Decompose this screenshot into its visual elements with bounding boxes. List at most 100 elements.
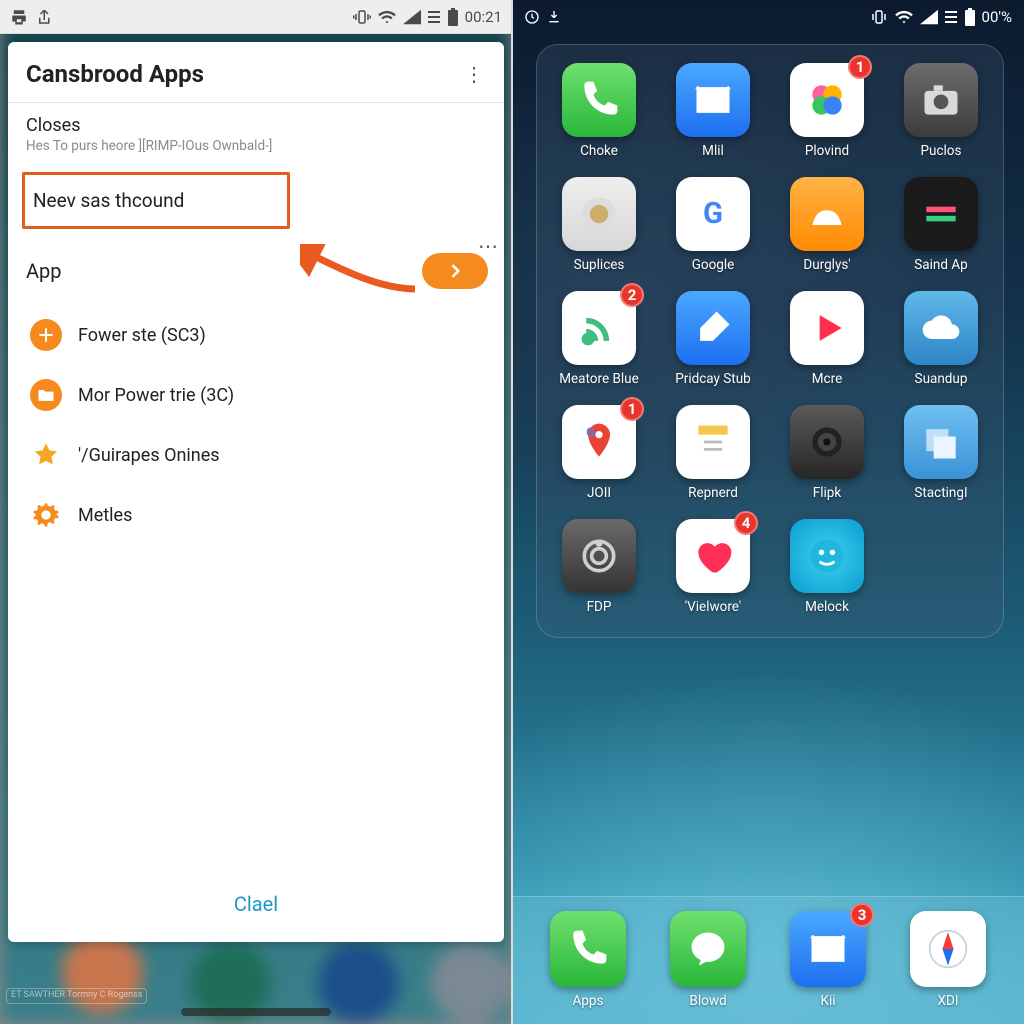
- app-stactingi[interactable]: StactingI: [885, 405, 997, 501]
- app-mlil[interactable]: Mlil: [657, 63, 769, 159]
- battery-icon: [447, 8, 459, 26]
- app-tile: [904, 291, 978, 365]
- watermark-badge: ET SAWTHER Tormny C Rogenss: [6, 988, 147, 1004]
- app-meatore-blue[interactable]: 2 Meatore Blue: [543, 291, 655, 387]
- g-icon: G: [691, 192, 735, 236]
- play-icon: [805, 306, 849, 350]
- app-tile: G1: [562, 405, 636, 479]
- heart-icon: [691, 534, 735, 578]
- status-bar-right: 00'%: [512, 0, 1024, 34]
- app-label: Choke: [580, 143, 618, 159]
- app-label: Meatore Blue: [559, 371, 639, 387]
- star-icon: [30, 439, 62, 471]
- signal-icon: [920, 9, 938, 25]
- signal-icon: [403, 9, 421, 25]
- app-saind-ap[interactable]: Saind Ap: [885, 177, 997, 273]
- app-plovind[interactable]: 1Plovind: [771, 63, 883, 159]
- app-tile: [676, 63, 750, 137]
- list-item[interactable]: Metles: [12, 485, 500, 545]
- app-durglys-[interactable]: Durglys': [771, 177, 883, 273]
- status-time: 00'%: [982, 8, 1012, 26]
- highlighted-label: Neev sas thcound: [33, 189, 184, 212]
- app-tile: [676, 291, 750, 365]
- status-bar-left: 00:21: [0, 0, 512, 34]
- footer-button-label: Clael: [234, 892, 278, 916]
- app--vielwore-[interactable]: 4 'Vielwore': [657, 519, 769, 615]
- app-repnerd[interactable]: Repnerd: [657, 405, 769, 501]
- plus-icon: [30, 319, 62, 351]
- app-tile: [670, 911, 746, 987]
- phone-icon: [577, 78, 621, 122]
- notification-badge: 1: [848, 55, 872, 79]
- app-row-go-button[interactable]: [422, 253, 488, 289]
- app-joii[interactable]: G1JOII: [543, 405, 655, 501]
- notes-icon: [691, 420, 735, 464]
- app-label: Blowd: [689, 993, 726, 1009]
- row-overflow-icon[interactable]: ⋯: [478, 234, 500, 258]
- list-item[interactable]: Fower ste (SC3): [12, 305, 500, 365]
- phone-icon: [566, 927, 610, 971]
- bars-icon: [919, 192, 963, 236]
- closes-title: Closes: [26, 115, 486, 136]
- app-kii[interactable]: 3Kii: [790, 911, 866, 1009]
- app-tile: [562, 63, 636, 137]
- closes-section[interactable]: Closes Hes To purs heore ][RIMP-IOus Own…: [8, 103, 504, 160]
- chevron-right-icon: [445, 261, 465, 281]
- dial-icon: [577, 534, 621, 578]
- app-mcre[interactable]: Mcre: [771, 291, 883, 387]
- app-tile: G: [676, 177, 750, 251]
- app-google[interactable]: GGoogle: [657, 177, 769, 273]
- app-puclos[interactable]: Puclos: [885, 63, 997, 159]
- notification-badge: 3: [850, 903, 874, 927]
- app-label: 'Vielwore': [685, 599, 741, 615]
- app-label: Mlil: [702, 143, 724, 159]
- svg-text:G: G: [586, 426, 595, 441]
- list-item[interactable]: Mor Power trie (3C): [12, 365, 500, 425]
- list-item[interactable]: '/Guirapes Onines: [12, 425, 500, 485]
- blur-icon: [577, 192, 621, 236]
- app-tile: 3: [790, 911, 866, 987]
- card-title: Cansbrood Apps: [26, 60, 204, 88]
- app-tile: 4: [676, 519, 750, 593]
- app-blowd[interactable]: Blowd: [670, 911, 746, 1009]
- app-tile: [550, 911, 626, 987]
- clock-icon: [524, 9, 540, 25]
- camera-icon: [919, 78, 963, 122]
- brush-icon: [691, 306, 735, 350]
- settings-list: Fower ste (SC3)Mor Power trie (3C)'/Guir…: [8, 299, 504, 551]
- app-suplices[interactable]: Suplices: [543, 177, 655, 273]
- lens-icon: [805, 420, 849, 464]
- app-label: Apps: [573, 993, 604, 1009]
- list-item-label: Metles: [78, 505, 132, 526]
- footer-button[interactable]: Clael: [8, 872, 504, 942]
- stack-icon: [919, 420, 963, 464]
- maps-icon: G: [577, 420, 621, 464]
- fan-icon: [805, 192, 849, 236]
- app-suandup[interactable]: Suandup: [885, 291, 997, 387]
- notification-badge: 4: [734, 511, 758, 535]
- app-choke[interactable]: Choke: [543, 63, 655, 159]
- app-label: Flipk: [813, 485, 841, 501]
- app-label: Durglys': [803, 257, 850, 273]
- app-xdi[interactable]: XDI: [910, 911, 986, 1009]
- app-melock[interactable]: Melock: [771, 519, 883, 615]
- share-icon: [36, 8, 54, 26]
- app-folder[interactable]: Choke Mlil 1PlovindPuclos SuplicesGGoogle Du…: [536, 44, 1004, 638]
- settings-card: Cansbrood Apps ⋮ Closes Hes To purs heor…: [8, 42, 504, 942]
- compass-icon: [926, 927, 970, 971]
- app-tile: [904, 405, 978, 479]
- app-fdp[interactable]: FDP: [543, 519, 655, 615]
- app-row[interactable]: App: [8, 229, 504, 299]
- app-pridcay-stub[interactable]: Pridcay Stub: [657, 291, 769, 387]
- closes-subtitle: Hes To purs heore ][RIMP-IOus Ownbald-]: [26, 138, 486, 154]
- vibrate-icon: [870, 8, 888, 26]
- envelope-icon: [691, 78, 735, 122]
- app-tile: 2: [562, 291, 636, 365]
- app-label: Saind Ap: [914, 257, 967, 273]
- app-row-label: App: [26, 259, 62, 283]
- app-flipk[interactable]: Flipk: [771, 405, 883, 501]
- highlighted-setting-row[interactable]: Neev sas thcound: [22, 172, 290, 229]
- app-label: XDI: [938, 993, 959, 1009]
- app-label: FDP: [587, 599, 612, 615]
- app-apps[interactable]: Apps: [550, 911, 626, 1009]
